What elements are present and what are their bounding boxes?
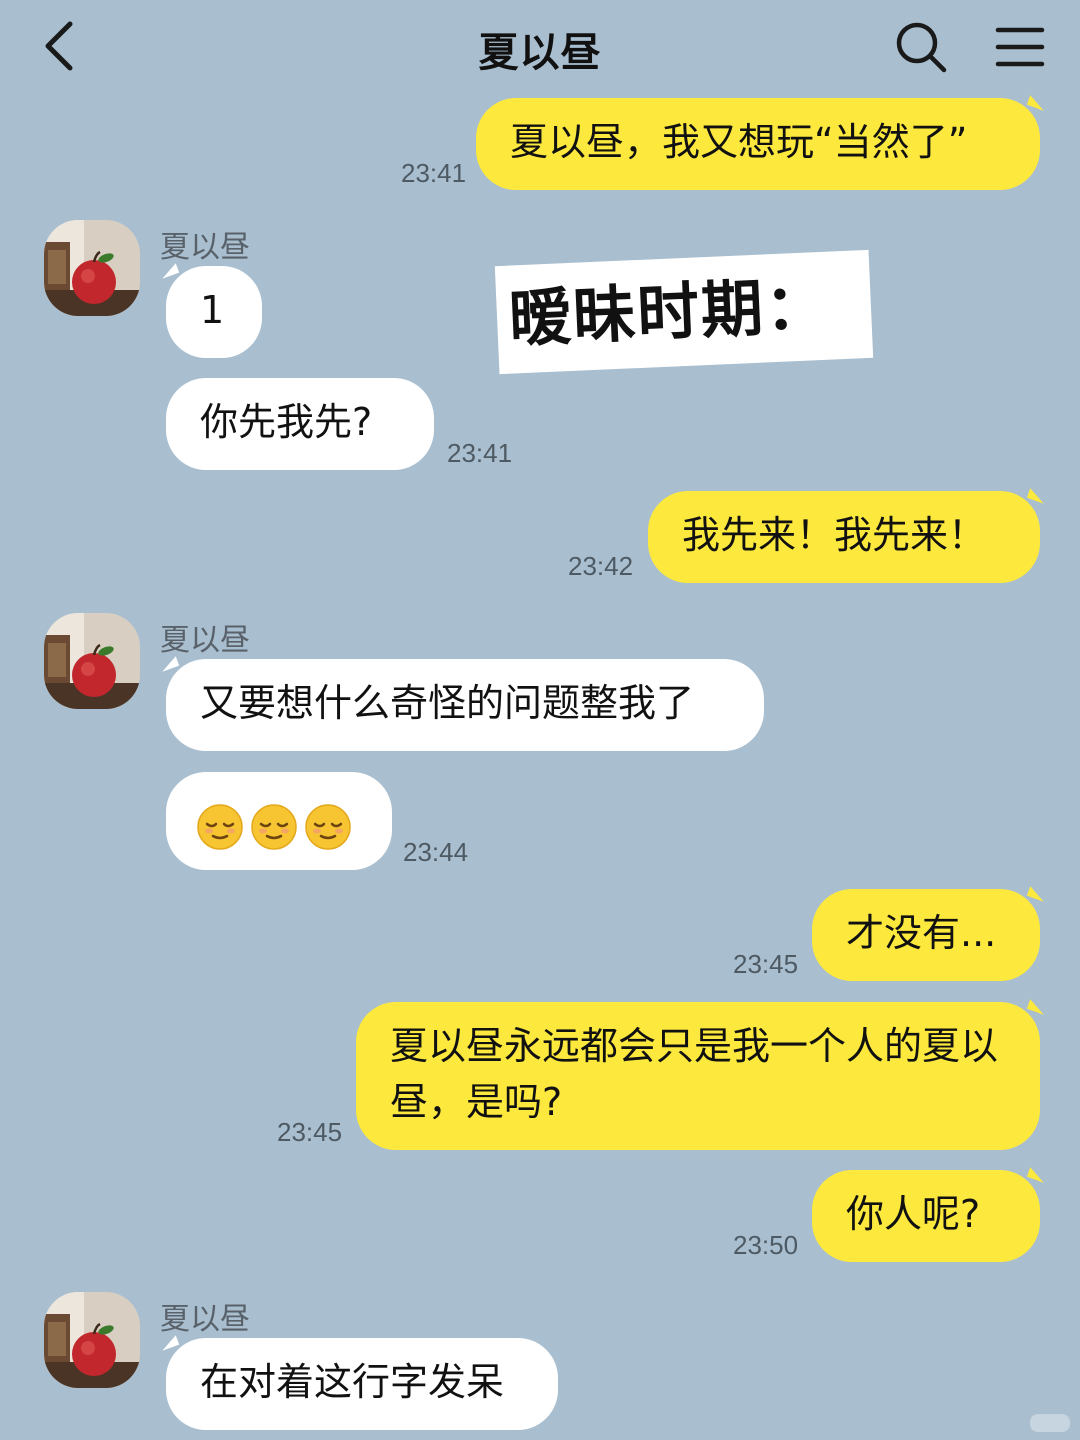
my-message-bubble[interactable]: 才没有... (812, 889, 1040, 981)
my-message-bubble[interactable]: 你人呢? (812, 1170, 1040, 1262)
apple-avatar-icon (44, 613, 140, 709)
message-time: 23:41 (401, 158, 467, 188)
sender-name: 夏以昼 (160, 1302, 250, 1337)
message-text: 1 (200, 288, 225, 332)
message-time: 23:45 (733, 949, 799, 979)
relieved-face-icon (197, 803, 243, 850)
sticker-text: 暧昧时期： (507, 268, 831, 356)
contact-avatar[interactable] (44, 613, 140, 709)
chat-header: 夏以昼 (0, 0, 1080, 96)
message-text: 又要想什么奇怪的问题整我了 (200, 681, 695, 725)
my-message-bubble[interactable]: 夏以昼永远都会只是我一个人的夏以昼，是吗? (356, 1002, 1040, 1150)
message-time: 23:42 (568, 551, 634, 581)
their-message-bubble[interactable]: 在对着这行字发呆 (166, 1338, 558, 1430)
search-button[interactable] (892, 18, 950, 76)
relieved-face-icon (305, 803, 351, 850)
apple-avatar-icon (44, 1292, 140, 1388)
message-time: 23:50 (733, 1230, 799, 1260)
sender-name: 夏以昼 (160, 230, 250, 265)
message-time: 23:44 (403, 837, 469, 867)
message-text: 在对着这行字发呆 (200, 1360, 505, 1404)
sender-name: 夏以昼 (160, 623, 250, 658)
message-text: 夏以昼，我又想玩“当然了” (510, 120, 968, 164)
their-message-bubble[interactable]: 你先我先? (166, 378, 434, 470)
my-message-bubble[interactable]: 夏以昼，我又想玩“当然了” (476, 98, 1040, 190)
contact-avatar[interactable] (44, 1292, 140, 1388)
message-text: 你先我先? (200, 400, 373, 444)
their-message-bubble[interactable] (166, 772, 392, 870)
their-message-bubble[interactable]: 又要想什么奇怪的问题整我了 (166, 659, 764, 751)
relieved-face-icon (251, 803, 297, 850)
search-icon (896, 22, 947, 73)
message-time: 23:41 (447, 438, 513, 468)
message-text: 才没有... (846, 911, 997, 955)
watermark (1030, 1414, 1070, 1432)
message-text: 夏以昼永远都会只是我一个人的夏以昼，是吗? (390, 1024, 999, 1124)
message-time: 23:45 (277, 1117, 343, 1147)
message-text: 你人呢? (846, 1192, 981, 1236)
menu-button[interactable] (992, 22, 1048, 72)
menu-icon (995, 27, 1045, 67)
contact-avatar[interactable] (44, 220, 140, 316)
message-text: 我先来！我先来！ (682, 513, 987, 557)
their-message-bubble[interactable]: 1 (166, 266, 262, 358)
my-message-bubble[interactable]: 我先来！我先来！ (648, 491, 1040, 583)
apple-avatar-icon (44, 220, 140, 316)
overlay-sticker: 暧昧时期： (494, 249, 874, 375)
